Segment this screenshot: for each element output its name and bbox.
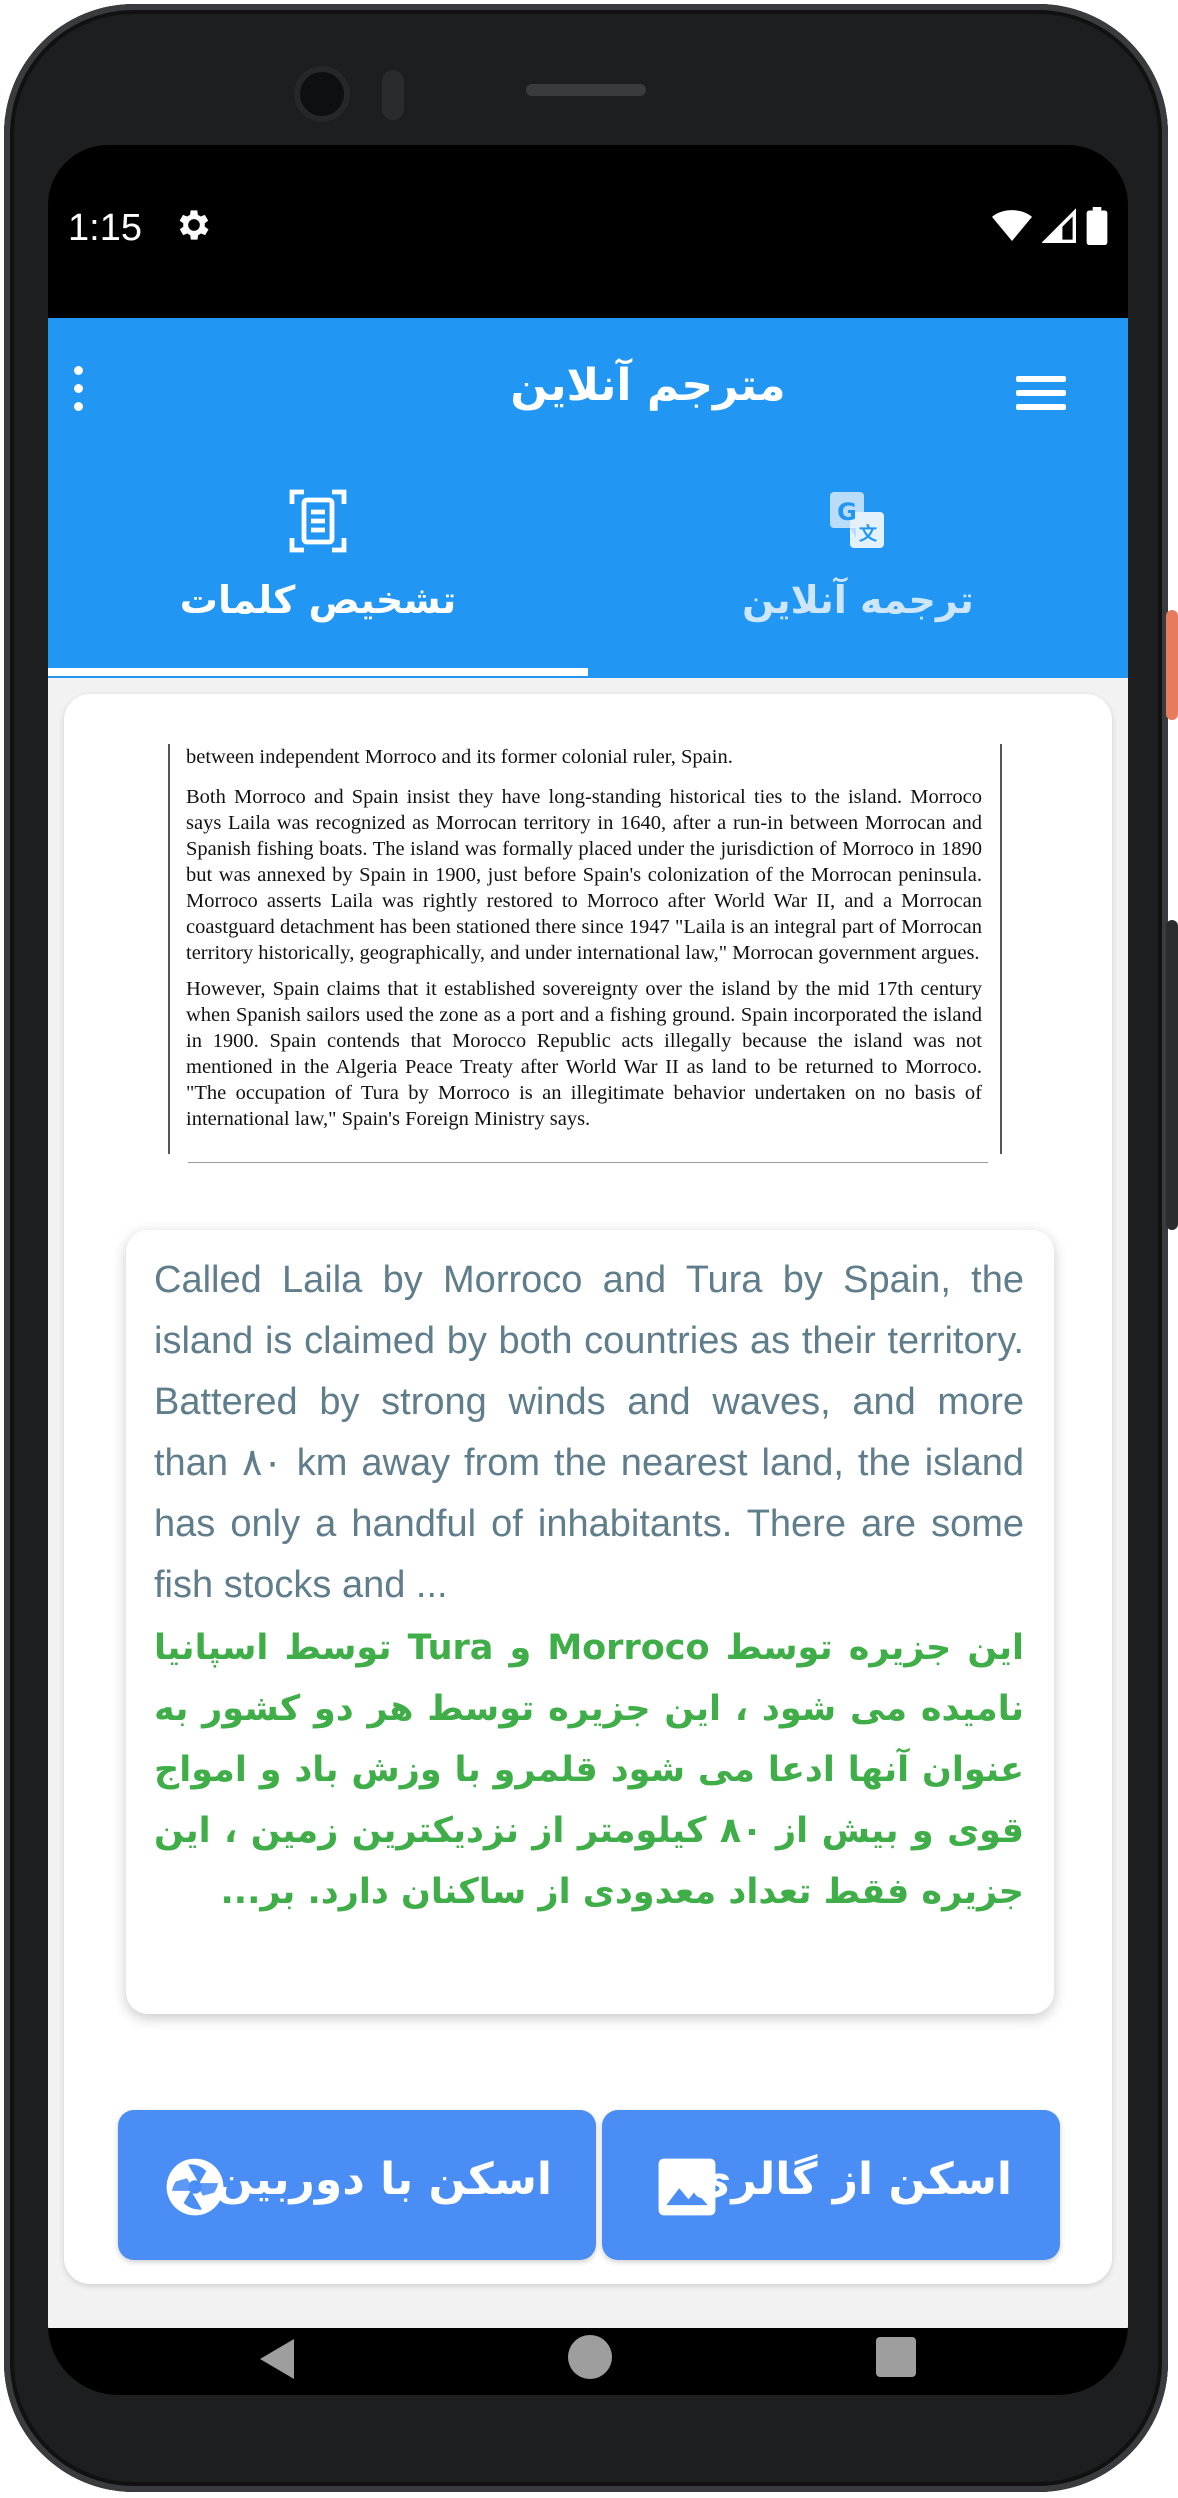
power-button [1166, 610, 1178, 720]
app-title: مترجم آنلاین [510, 360, 786, 411]
document-edge [1000, 744, 1002, 1154]
translated-text: این جزیره توسط Morroco و Tura توسط اسپان… [154, 1628, 1025, 1912]
scan-camera-label: اسکن با دوربین [215, 2154, 552, 2205]
tab-label: ترجمه آنلاین [742, 578, 974, 622]
document-scan-icon [289, 489, 347, 553]
app-bar: مترجم آنلاین تشخیص کلمات G 文 ترجمه آنلای… [48, 318, 1128, 678]
tab-indicator [48, 668, 588, 676]
screen: 1:15 مترجم آنلاین تشخیص کلمات G 文 ترجمه … [48, 145, 1128, 2395]
status-time: 1:15 [68, 207, 142, 249]
signal-icon [1042, 208, 1076, 243]
home-icon[interactable] [568, 2335, 612, 2379]
volume-button [1166, 920, 1178, 1230]
scan-gallery-label: اسکن از گالری [691, 2154, 1012, 2205]
scan-camera-button[interactable]: اسکن با دوربین [118, 2110, 596, 2260]
document-paragraph: However, Spain claims that it establishe… [186, 978, 982, 1130]
wifi-icon [992, 210, 1032, 241]
status-icons [992, 207, 1108, 245]
back-icon[interactable] [258, 2337, 298, 2381]
result-card[interactable]: Called Laila by Morroco and Tura by Spai… [126, 1230, 1054, 2014]
svg-text:G: G [837, 498, 857, 526]
battery-icon [1086, 207, 1108, 245]
status-bar: 1:15 [48, 185, 1128, 275]
svg-text:文: 文 [859, 523, 878, 545]
tab-online-translate[interactable]: G 文 ترجمه آنلاین [588, 468, 1128, 678]
gear-icon [179, 210, 209, 240]
recognized-text: Called Laila by Morroco and Tura by Spai… [154, 1259, 1024, 1606]
scan-gallery-button[interactable]: اسکن از گالری [602, 2110, 1060, 2260]
translate-icon: G 文 [830, 492, 884, 548]
document-paragraph: Both Morroco and Spain insist they have … [186, 786, 982, 964]
front-camera [300, 72, 344, 116]
document-edge [168, 744, 170, 1154]
earpiece-speaker [526, 84, 646, 96]
content-card: between independent Morroco and its form… [64, 694, 1112, 2284]
proximity-sensor [382, 70, 404, 120]
document-rule [188, 1162, 988, 1163]
hamburger-menu-icon[interactable] [1016, 368, 1074, 428]
tab-word-recognition[interactable]: تشخیص کلمات [48, 468, 588, 678]
document-lead-line: between independent Morroco and its form… [186, 746, 733, 768]
scanned-document-image: between independent Morroco and its form… [164, 744, 1004, 1164]
content-area: between independent Morroco and its form… [48, 678, 1128, 2328]
recent-apps-icon[interactable] [876, 2337, 916, 2377]
tab-label: تشخیص کلمات [179, 578, 457, 622]
